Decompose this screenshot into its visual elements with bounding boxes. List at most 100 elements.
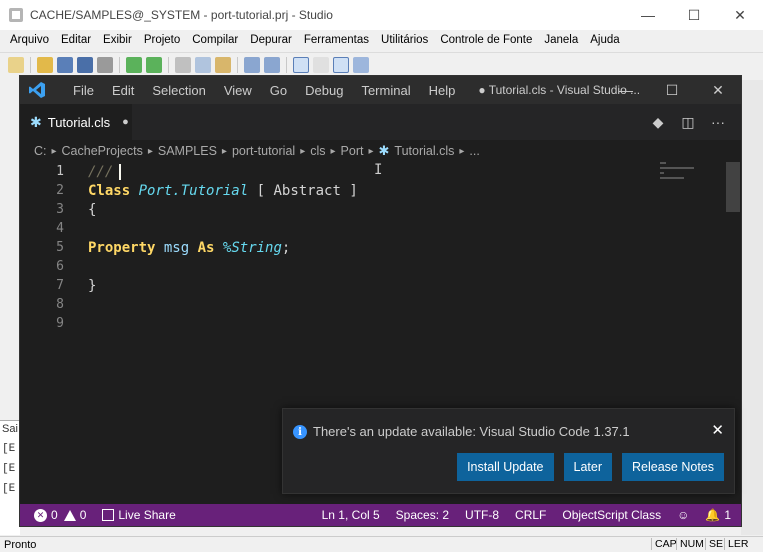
cursor-position[interactable]: Ln 1, Col 5 [322,508,380,522]
line-number: 2 [56,183,64,198]
vscode-maximize-button[interactable]: ☐ [649,76,695,104]
code-line[interactable]: 4 [20,219,660,238]
studio-menu-utilitarios[interactable]: Utilitários [377,34,432,46]
open-folder-icon[interactable] [37,56,53,73]
close-icon[interactable]: ✕ [711,421,724,439]
code-token: { [88,201,97,218]
studio-menu-exibir[interactable]: Exibir [99,34,136,46]
vscode-menu-terminal[interactable]: Terminal [352,83,419,98]
studio-menu-compilar[interactable]: Compilar [188,34,242,46]
source-control-action-icon[interactable]: ◆ [643,114,673,131]
new-file-icon[interactable] [8,56,24,73]
vscode-menu-debug[interactable]: Debug [296,83,352,98]
indentation[interactable]: Spaces: 2 [396,508,449,522]
breadcrumb-item[interactable]: CacheProjects [62,144,143,158]
studio-menu-editar[interactable]: Editar [57,34,95,46]
cut-icon[interactable] [175,56,191,73]
save-all-icon[interactable] [77,56,93,73]
code-line[interactable]: 2 Class Port.Tutorial [ Abstract ] [20,181,660,200]
vscode-menu-edit[interactable]: Edit [103,83,143,98]
print-icon[interactable] [97,56,113,73]
toolbar-separator [237,56,238,73]
output-panel-tab[interactable]: Sai [2,423,18,435]
output-line: [E [2,483,16,495]
feedback-smiley-icon[interactable]: ☺ [677,508,689,522]
code-text: Class Port.Tutorial [ Abstract ] [88,183,358,199]
notification-count: 1 [724,508,731,522]
end-of-line[interactable]: CRLF [515,508,546,522]
line-number: 5 [56,240,64,255]
code-line[interactable]: 9 [20,314,660,333]
copy-icon[interactable] [195,56,211,73]
breadcrumb-item[interactable]: Port [341,144,364,158]
encoding[interactable]: UTF-8 [465,508,499,522]
vscode-menu-go[interactable]: Go [261,83,296,98]
studio-menu-bar: Arquivo Editar Exibir Projeto Compilar D… [0,30,763,50]
code-line[interactable]: 3{ [20,200,660,219]
studio-menu-projeto[interactable]: Projeto [140,34,184,46]
view-code-icon[interactable] [293,56,309,73]
code-token: [ [248,182,274,199]
vscode-minimize-button[interactable]: — [603,76,649,104]
editor-scrollbar-thumb[interactable] [726,162,740,212]
studio-menu-depurar[interactable]: Depurar [246,34,296,46]
back-icon[interactable] [126,56,142,73]
studio-menu-janela[interactable]: Janela [540,34,582,46]
code-line[interactable]: 6 [20,257,660,276]
vscode-status-bar: ✕ 0 0 Live Share Ln 1, Col 5 Spaces: 2 U… [20,504,741,526]
view-doc-icon[interactable] [313,56,329,73]
breadcrumb-item[interactable]: Tutorial.cls [394,144,454,158]
vscode-menu-selection[interactable]: Selection [143,83,214,98]
breadcrumb-item[interactable]: cls [310,144,325,158]
save-icon[interactable] [57,56,73,73]
studio-menu-ferramentas[interactable]: Ferramentas [300,34,373,46]
vscode-window: File Edit Selection View Go Debug Termin… [20,76,741,526]
studio-maximize-button[interactable]: ☐ [671,0,717,30]
minimap[interactable] [660,162,722,182]
studio-status-text: Pronto [4,538,37,551]
live-share-button[interactable]: Live Share [102,508,176,522]
later-button[interactable]: Later [563,453,612,481]
studio-minimize-button[interactable]: — [625,0,671,30]
code-line[interactable]: 8 [20,295,660,314]
studio-menu-arquivo[interactable]: Arquivo [6,34,53,46]
vscode-menu-help[interactable]: Help [420,83,465,98]
release-notes-button[interactable]: Release Notes [622,453,724,481]
breadcrumb-item[interactable]: SAMPLES [158,144,217,158]
notifications-bell[interactable]: 🔔 1 [705,508,731,522]
install-update-button[interactable]: Install Update [457,453,554,481]
forward-icon[interactable] [146,56,162,73]
problems-indicator[interactable]: ✕ 0 0 [34,508,86,522]
caps-indicator: CAP [651,538,677,550]
studio-close-button[interactable]: ✕ [717,0,763,30]
code-token: Property [88,239,156,256]
code-line[interactable]: 1 /// [20,162,660,181]
studio-menu-ajuda[interactable]: Ajuda [586,34,623,46]
studio-toolbar [0,52,763,76]
breadcrumb-item[interactable]: ... [469,144,479,158]
paste-icon[interactable] [215,56,231,73]
tab-label: Tutorial.cls [47,114,111,130]
breadcrumb-item[interactable]: C: [34,144,47,158]
split-editor-icon[interactable]: ◫ [673,114,703,131]
language-mode[interactable]: ObjectScript Class [562,508,661,522]
studio-right-scrollbar[interactable] [741,80,763,535]
breadcrumb-item[interactable]: port-tutorial [232,144,295,158]
studio-menu-controle-de-fonte[interactable]: Controle de Fonte [436,34,536,46]
unsaved-dot-icon[interactable]: ● [122,116,129,128]
tab-tutorial-cls[interactable]: ✱ Tutorial.cls ● [20,104,132,140]
vscode-menu-file[interactable]: File [64,83,103,98]
code-line[interactable]: 7} [20,276,660,295]
undo-icon[interactable] [244,56,260,73]
error-count: 0 [51,508,58,522]
code-line[interactable]: 5 Property msg As %String; [20,238,660,257]
redo-icon[interactable] [264,56,280,73]
read-indicator: LER [724,538,748,550]
view-windows-icon[interactable] [353,56,369,73]
warning-icon [63,509,76,521]
view-inspector-icon[interactable] [333,56,349,73]
vscode-close-button[interactable]: ✕ [695,76,741,104]
vscode-menu-view[interactable]: View [215,83,261,98]
more-actions-icon[interactable]: ··· [703,114,733,130]
